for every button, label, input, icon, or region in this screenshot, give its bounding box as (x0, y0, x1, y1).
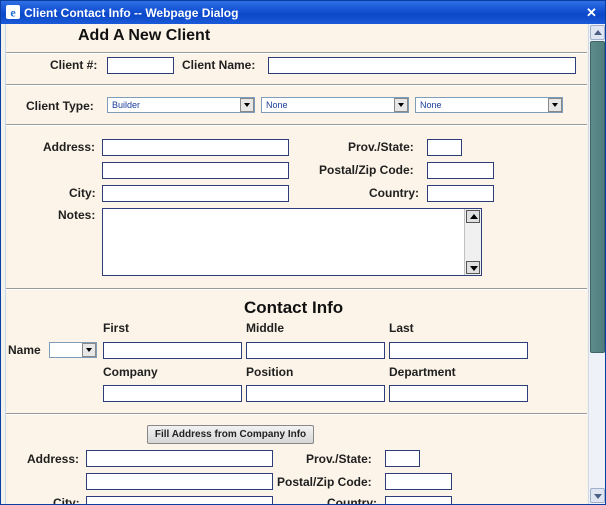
dialog-window: e Client Contact Info -- Webpage Dialog … (0, 0, 606, 505)
divider (6, 124, 587, 126)
address-label: Address: (43, 140, 96, 154)
scrollbar-thumb[interactable] (590, 41, 605, 353)
postal-code-input[interactable] (427, 162, 494, 179)
contact-prov-state-input[interactable] (385, 450, 420, 467)
company-label: Company (103, 365, 158, 379)
middle-name-input[interactable] (246, 342, 385, 359)
select-value: None (420, 100, 442, 110)
contact-address-label: Address: (27, 452, 80, 466)
address-line2-input[interactable] (102, 162, 289, 179)
contact-city-label: City: (53, 496, 80, 504)
client-number-input[interactable] (107, 57, 174, 74)
svg-text:e: e (10, 6, 16, 20)
fill-address-button[interactable]: Fill Address from Company Info (147, 425, 314, 444)
last-name-input[interactable] (389, 342, 528, 359)
first-name-input[interactable] (103, 342, 242, 359)
department-label: Department (389, 365, 456, 379)
postal-code-label: Postal/Zip Code: (319, 163, 414, 177)
contact-address-line1-input[interactable] (86, 450, 273, 467)
contact-info-heading: Contact Info (244, 298, 344, 317)
middle-name-label: Middle (246, 321, 284, 335)
divider (6, 52, 587, 54)
country-label: Country: (369, 186, 419, 200)
select-value: None (266, 100, 288, 110)
position-label: Position (246, 365, 294, 379)
title-bar: e Client Contact Info -- Webpage Dialog … (1, 1, 605, 24)
client-name-input[interactable] (268, 57, 576, 74)
notes-scrollbar[interactable] (464, 209, 481, 275)
department-input[interactable] (389, 385, 528, 402)
chevron-down-icon[interactable] (548, 98, 562, 112)
contact-city-input[interactable] (86, 496, 273, 504)
chevron-down-icon[interactable] (82, 343, 96, 357)
notes-textarea[interactable] (102, 208, 482, 276)
client-number-label: Client #: (50, 58, 98, 72)
divider (6, 288, 587, 290)
city-input[interactable] (102, 185, 289, 202)
divider (6, 84, 587, 86)
contact-country-input[interactable] (385, 496, 452, 504)
select-value: Builder (112, 100, 141, 110)
contact-postal-code-label: Postal/Zip Code: (277, 475, 372, 489)
dialog-content: Add A New Client Client #: Client Name: … (5, 24, 587, 504)
scroll-up-icon[interactable] (590, 25, 605, 40)
window-title: Client Contact Info -- Webpage Dialog (24, 6, 239, 20)
ie-icon: e (6, 5, 20, 19)
chevron-down-icon[interactable] (240, 98, 254, 112)
client-type-select[interactable]: Builder (107, 97, 255, 113)
prov-state-label: Prov./State: (348, 140, 414, 154)
position-input[interactable] (246, 385, 385, 402)
client-category-select[interactable]: None (415, 97, 563, 113)
notes-label: Notes: (58, 208, 96, 222)
contact-prov-state-label: Prov./State: (306, 452, 372, 466)
add-client-heading: Add A New Client (78, 27, 211, 44)
country-input[interactable] (427, 185, 494, 202)
chevron-down-icon[interactable] (394, 98, 408, 112)
name-label: Name (8, 343, 41, 357)
address-line1-input[interactable] (102, 139, 289, 156)
contact-postal-code-input[interactable] (385, 473, 452, 490)
name-prefix-select[interactable] (49, 342, 97, 358)
scroll-down-icon[interactable] (466, 261, 480, 274)
divider (6, 413, 587, 415)
prov-state-input[interactable] (427, 139, 462, 156)
last-name-label: Last (389, 321, 414, 335)
client-subtype-select[interactable]: None (261, 97, 409, 113)
client-name-label: Client Name: (182, 58, 256, 72)
city-label: City: (69, 186, 96, 200)
client-type-label: Client Type: (26, 99, 94, 113)
company-input[interactable] (103, 385, 242, 402)
contact-country-label: Country: (327, 496, 377, 504)
page-scrollbar[interactable] (588, 24, 605, 504)
close-button[interactable]: ✕ (583, 4, 600, 21)
first-name-label: First (103, 321, 130, 335)
scroll-down-icon[interactable] (590, 488, 605, 503)
close-icon: ✕ (586, 5, 597, 20)
contact-address-line2-input[interactable] (86, 473, 273, 490)
scroll-up-icon[interactable] (466, 210, 480, 223)
